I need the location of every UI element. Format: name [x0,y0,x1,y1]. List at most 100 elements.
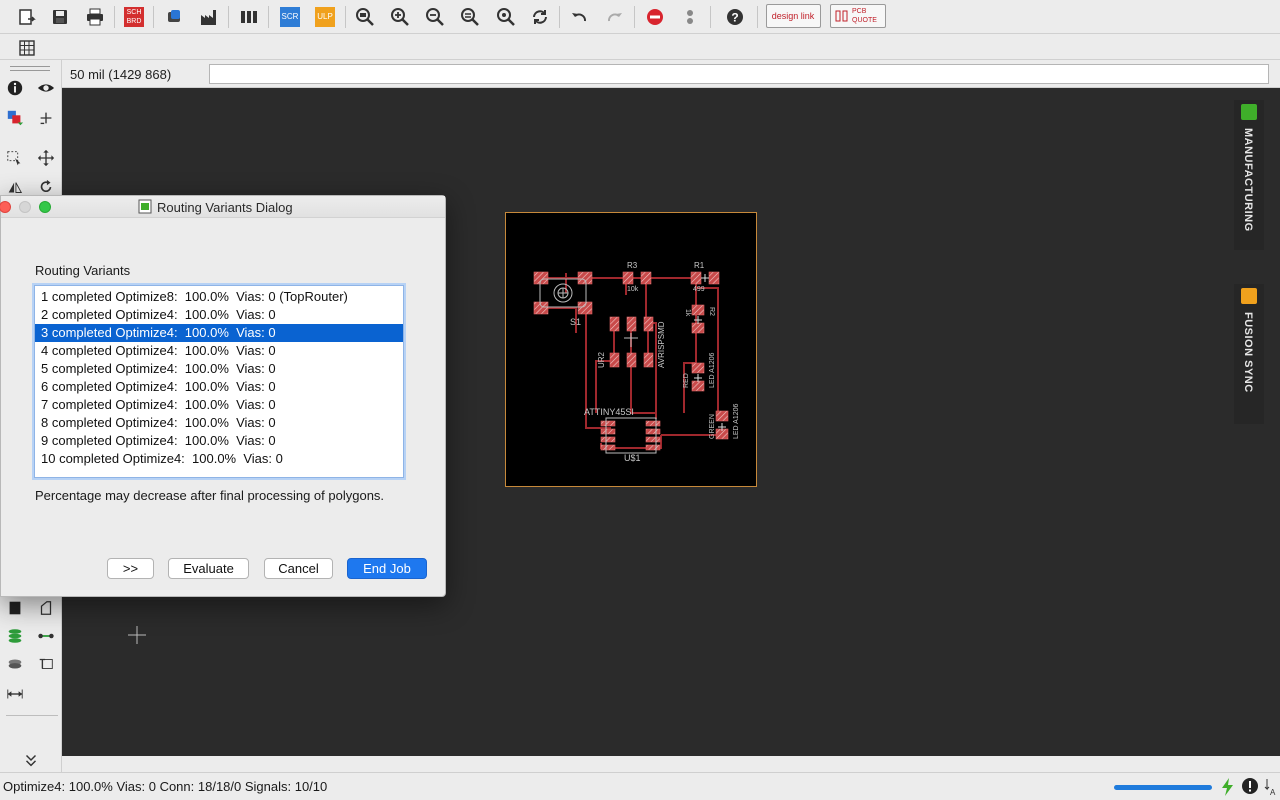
routing-variants-label: Routing Variants [35,263,131,278]
dimension-icon[interactable] [3,682,27,706]
manufacturing-icon [1241,104,1257,120]
zoom-fit-icon[interactable] [352,4,378,30]
mark-icon[interactable] [34,106,58,130]
horizontal-scroll-strip [62,756,1280,772]
list-item[interactable]: 6 completed Optimize4: 100.0% Vias: 0 [35,378,403,396]
zoom-in-icon[interactable] [387,4,413,30]
svg-text:A: A [1270,788,1276,797]
list-item[interactable]: 1 completed Optimize8: 100.0% Vias: 0 (T… [35,288,403,306]
minimize-window-button[interactable] [19,201,31,213]
polygon-icon[interactable] [3,596,27,620]
cam-processor-icon[interactable] [196,4,222,30]
routing-variants-dialog: Routing Variants Dialog Routing Variants… [0,195,446,597]
polygon-note: Percentage may decrease after final proc… [35,488,385,503]
label-r2-value: 1k [684,309,691,317]
grid-icon[interactable] [14,35,40,61]
zoom-out-icon[interactable] [422,4,448,30]
list-item[interactable]: 10 completed Optimize4: 100.0% Vias: 0 [35,450,403,468]
show-icon[interactable] [34,76,58,100]
fusion-icon [1241,288,1257,304]
label-r1: R1 [694,261,705,270]
pcb-quote-icon [835,10,848,22]
undo-icon[interactable] [566,4,592,30]
label-avrispsmd: AVRISPSMD [657,321,666,368]
go-icon[interactable] [677,4,703,30]
group-select-icon[interactable] [3,146,27,170]
redraw-icon[interactable] [527,4,553,30]
route-icon[interactable] [3,624,27,648]
svg-text:?: ? [731,11,738,25]
manufacturing-tab[interactable]: MANUFACTURING [1234,100,1264,250]
list-item[interactable]: 7 completed Optimize4: 100.0% Vias: 0 [35,396,403,414]
zoom-window-button[interactable] [39,201,51,213]
pcb-quote-label: PCB QUOTE [852,8,877,24]
stop-status-icon[interactable] [1241,777,1259,795]
progress-bar [1114,785,1212,790]
fusion-sync-tab[interactable]: FUSION SYNC [1234,284,1264,424]
save-icon[interactable] [47,4,73,30]
sort-icon[interactable]: A [1264,777,1278,797]
evaluate-button[interactable]: Evaluate [168,558,249,579]
status-text: Optimize4: 100.0% Vias: 0 Conn: 18/18/0 … [3,779,328,794]
pcb-quote-button[interactable]: PCB QUOTE [830,4,886,28]
zoom-select-icon[interactable] [493,4,519,30]
end-job-button[interactable]: End Job [347,558,427,579]
help-icon[interactable]: ? [722,4,748,30]
pcb-board: R3 10k R1 499 S1 R2 1k AVRISPSMD UR2 LED… [505,212,757,487]
text-icon[interactable] [34,652,58,676]
list-item[interactable]: 9 completed Optimize4: 100.0% Vias: 0 [35,432,403,450]
cancel-button[interactable]: Cancel [264,558,333,579]
sch-brd-switch-icon[interactable]: SCH BRD [121,4,147,30]
ripup-icon[interactable] [3,652,27,676]
label-ur2: UR2 [597,351,606,368]
list-item[interactable]: 4 completed Optimize4: 100.0% Vias: 0 [35,342,403,360]
command-bar: 50 mil (1429 868) ⌄ [62,60,1280,88]
zoom-redraw-icon[interactable] [457,4,483,30]
dialog-titlebar[interactable]: Routing Variants Dialog [0,196,445,218]
list-item[interactable]: 5 completed Optimize4: 100.0% Vias: 0 [35,360,403,378]
info-icon[interactable] [3,76,27,100]
redo-icon[interactable] [602,4,628,30]
label-r3: R3 [627,261,638,270]
close-window-button[interactable] [0,201,11,213]
secondary-toolbar [0,34,1280,60]
right-side-panel: MANUFACTURING FUSION SYNC [1234,88,1280,756]
open-file-icon[interactable] [14,4,40,30]
fusion-sync-tab-label: FUSION SYNC [1242,312,1254,393]
manufacturing-tab-label: MANUFACTURING [1242,128,1254,232]
label-u1: U$1 [624,453,641,463]
library-icon[interactable] [236,4,262,30]
layer-settings-icon[interactable] [3,106,27,130]
lightning-icon[interactable] [1219,777,1235,797]
label-green: GREEN [709,414,716,439]
design-link-button[interactable]: design link [766,4,821,28]
3d-view-icon[interactable] [161,4,187,30]
label-r1-value: 499 [693,286,705,293]
label-r2: R2 [708,307,715,316]
wire-icon[interactable] [34,596,58,620]
label-led-a1206-1: LED A1206 [709,352,716,388]
coordinate-display: 50 mil (1429 868) [70,67,172,82]
main-toolbar: SCH BRD SCR ULP ? design link PCB QUOTE [0,0,1280,34]
label-led-a1206-2: LED A1206 [733,403,740,439]
move-icon[interactable] [34,146,58,170]
list-item-selected[interactable]: 3 completed Optimize4: 100.0% Vias: 0 [35,324,403,342]
label-r3-value: 10k [627,286,639,293]
design-link-label: design link [771,10,815,21]
list-item[interactable]: 8 completed Optimize4: 100.0% Vias: 0 [35,414,403,432]
board-artwork: R3 10k R1 499 S1 R2 1k AVRISPSMD UR2 LED… [533,261,740,463]
command-input[interactable] [209,64,1269,84]
run-script-icon[interactable]: SCR [277,4,303,30]
run-ulp-icon[interactable]: ULP [312,4,338,30]
stop-icon[interactable] [642,4,668,30]
label-attiny: ATTINY45SI [584,407,634,417]
crosshair-cursor-icon [128,626,146,644]
routing-variants-list[interactable]: 1 completed Optimize8: 100.0% Vias: 0 (T… [34,285,404,478]
label-s1: S1 [570,317,581,327]
print-icon[interactable] [82,4,108,30]
dialog-title: Routing Variants Dialog [157,200,293,215]
airwire-icon[interactable] [34,624,58,648]
expand-more-icon[interactable] [19,748,43,772]
more-button[interactable]: >> [107,558,154,579]
list-item[interactable]: 2 completed Optimize4: 100.0% Vias: 0 [35,306,403,324]
